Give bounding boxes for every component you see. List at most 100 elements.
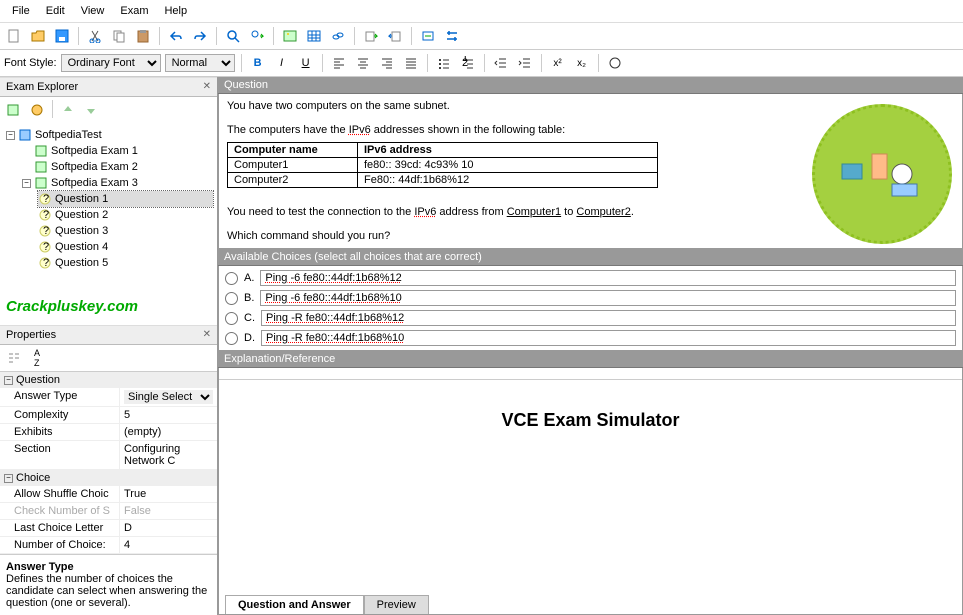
new-icon[interactable] [4, 26, 24, 46]
choice-radio[interactable] [225, 272, 238, 285]
property-description: Answer Type Defines the number of choice… [0, 554, 217, 615]
cut-icon[interactable] [85, 26, 105, 46]
prop-category[interactable]: −Question [0, 372, 217, 388]
table-icon[interactable] [304, 26, 324, 46]
image-icon[interactable] [280, 26, 300, 46]
add-question-icon[interactable] [27, 100, 47, 120]
add-exam-icon[interactable] [4, 100, 24, 120]
properties-close-icon[interactable]: ✕ [203, 329, 211, 341]
collapse-icon[interactable]: − [4, 376, 13, 385]
menu-edit[interactable]: Edit [38, 2, 73, 20]
explorer-close-icon[interactable]: ✕ [203, 81, 211, 93]
tree-question[interactable]: ?Question 2 [38, 207, 213, 223]
choice-text[interactable]: Ping -6 fe80::44df:1b68%10 [260, 290, 956, 306]
choice-radio[interactable] [225, 292, 238, 305]
indent-icon[interactable] [515, 53, 535, 73]
properties-grid: −Question Answer TypeSingle Select Compl… [0, 371, 217, 554]
choice-radio[interactable] [225, 312, 238, 325]
bottom-tabs: Question and Answer Preview [219, 591, 962, 614]
undo-icon[interactable] [166, 26, 186, 46]
italic-icon[interactable]: I [272, 53, 292, 73]
save-icon[interactable] [52, 26, 72, 46]
prop-row[interactable]: Last Choice LetterD [0, 520, 217, 537]
tree-question[interactable]: ?Question 1 [38, 191, 213, 207]
number-list-icon[interactable]: 12 [458, 53, 478, 73]
paste-icon[interactable] [133, 26, 153, 46]
tree-exam[interactable]: −Softpedia Exam 3 [22, 175, 213, 191]
search-icon[interactable] [223, 26, 243, 46]
prop-row: Check Number of SFalse [0, 503, 217, 520]
exam-tree: − SoftpediaTest Softpedia Exam 1 Softped… [0, 123, 217, 288]
subscript-icon[interactable]: x₂ [572, 53, 592, 73]
collapse-icon[interactable]: − [6, 131, 15, 140]
bold-icon[interactable]: B [248, 53, 268, 73]
svg-text:2: 2 [462, 57, 468, 69]
prop-row[interactable]: Answer TypeSingle Select [0, 388, 217, 407]
find-next-icon[interactable] [247, 26, 267, 46]
question-icon: ? [38, 224, 52, 238]
svg-text:?: ? [43, 193, 49, 205]
explanation-editor[interactable]: VCE Exam Simulator Question and Answer P… [218, 368, 963, 615]
align-left-icon[interactable] [329, 53, 349, 73]
vce-title: VCE Exam Simulator [219, 410, 962, 431]
font-style-select[interactable]: Ordinary Font [61, 54, 161, 72]
redo-icon[interactable] [190, 26, 210, 46]
choice-radio[interactable] [225, 332, 238, 345]
preview-icon[interactable] [418, 26, 438, 46]
move-up-icon[interactable] [58, 100, 78, 120]
properties-title: Properties [6, 329, 56, 341]
question-editor[interactable]: You have two computers on the same subne… [218, 94, 963, 249]
tree-question[interactable]: ?Question 4 [38, 239, 213, 255]
choice-text[interactable]: Ping -R fe80::44df:1b68%10 [261, 330, 956, 346]
categorize-icon[interactable] [4, 348, 24, 368]
tab-question-answer[interactable]: Question and Answer [225, 595, 364, 614]
settings-icon[interactable] [442, 26, 462, 46]
choice-text[interactable]: Ping -R fe80::44df:1b68%12 [261, 310, 956, 326]
tab-preview[interactable]: Preview [364, 595, 429, 614]
question-text: You have two computers on the same subne… [227, 100, 954, 112]
underline-icon[interactable]: U [296, 53, 316, 73]
prop-row[interactable]: Number of Choice:4 [0, 537, 217, 554]
open-icon[interactable] [28, 26, 48, 46]
copy-icon[interactable] [109, 26, 129, 46]
prop-category[interactable]: −Choice [0, 470, 217, 486]
collapse-icon[interactable]: − [22, 179, 31, 188]
move-down-icon[interactable] [81, 100, 101, 120]
question-icon: ? [38, 192, 52, 206]
collapse-icon[interactable]: − [4, 474, 13, 483]
symbol-icon[interactable] [605, 53, 625, 73]
answer-type-select[interactable]: Single Select [124, 390, 213, 404]
align-center-icon[interactable] [353, 53, 373, 73]
menu-view[interactable]: View [73, 2, 113, 20]
export-icon[interactable] [385, 26, 405, 46]
tree-root[interactable]: − SoftpediaTest [6, 127, 213, 143]
decorative-image [812, 104, 952, 244]
question-section-header: Question [218, 77, 963, 94]
prop-row[interactable]: SectionConfiguring Network C [0, 441, 217, 470]
align-right-icon[interactable] [377, 53, 397, 73]
tree-question[interactable]: ?Question 5 [38, 255, 213, 271]
link-icon[interactable] [328, 26, 348, 46]
font-style-label: Font Style: [4, 57, 57, 69]
bullet-list-icon[interactable] [434, 53, 454, 73]
align-justify-icon[interactable] [401, 53, 421, 73]
menu-help[interactable]: Help [156, 2, 195, 20]
choice-text[interactable]: Ping -6 fe80::44df:1b68%12 [260, 270, 956, 286]
tree-exam[interactable]: Softpedia Exam 2 [22, 159, 213, 175]
question-table: Computer nameIPv6 address Computer1fe80:… [227, 142, 658, 188]
test-icon [18, 128, 32, 142]
tree-exam[interactable]: Softpedia Exam 1 [22, 143, 213, 159]
import-icon[interactable] [361, 26, 381, 46]
prop-row[interactable]: Exhibits(empty) [0, 424, 217, 441]
superscript-icon[interactable]: x² [548, 53, 568, 73]
prop-row[interactable]: Allow Shuffle ChoicTrue [0, 486, 217, 503]
menu-exam[interactable]: Exam [112, 2, 156, 20]
outdent-icon[interactable] [491, 53, 511, 73]
menu-file[interactable]: File [4, 2, 38, 20]
font-size-select[interactable]: Normal [165, 54, 235, 72]
sort-icon[interactable]: AZ [27, 348, 47, 368]
main-toolbar [0, 23, 963, 50]
prop-row[interactable]: Complexity5 [0, 407, 217, 424]
tree-question[interactable]: ?Question 3 [38, 223, 213, 239]
watermark-text: Crackpluskey.com [0, 288, 217, 325]
